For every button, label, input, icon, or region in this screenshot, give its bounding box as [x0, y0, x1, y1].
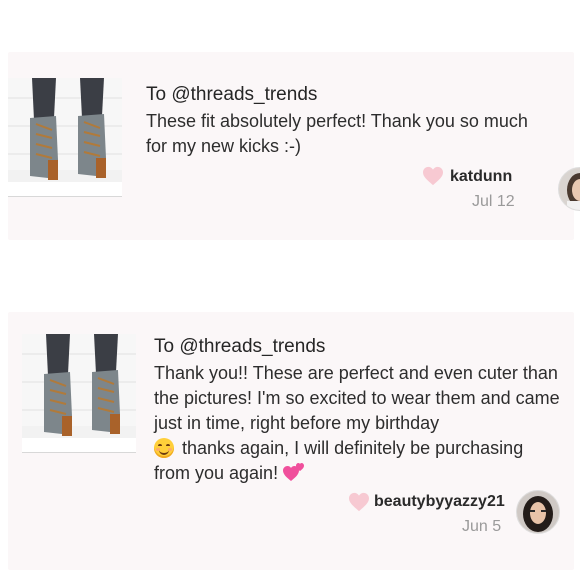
- boot-image: [8, 78, 122, 196]
- review-card: To @threads_trends Thank you!! These are…: [8, 312, 574, 570]
- avatar[interactable]: [516, 490, 560, 534]
- reviewer-username[interactable]: beautybyyazzy21: [374, 493, 505, 511]
- boot-image: [22, 334, 136, 452]
- review-date: Jun 5: [462, 518, 502, 535]
- recipient-handle: To @threads_trends: [146, 84, 318, 105]
- review-text: Thank you!! These are perfect and even c…: [154, 363, 560, 433]
- review-message: To @threads_trends These fit absolutely …: [146, 82, 546, 159]
- reviewer-username[interactable]: katdunn: [450, 168, 512, 186]
- review-date: Jul 12: [472, 193, 515, 210]
- review-text: These fit absolutely perfect! Thank you …: [146, 111, 528, 156]
- heart-icon[interactable]: [348, 492, 370, 512]
- avatar-image: [517, 491, 559, 533]
- avatar-image: [559, 168, 580, 210]
- product-thumbnail[interactable]: [22, 334, 136, 453]
- smiling-face-emoji: [154, 438, 174, 458]
- review-message: To @threads_trends Thank you!! These are…: [154, 334, 564, 486]
- avatar[interactable]: [558, 167, 580, 211]
- heart-icon[interactable]: [422, 166, 444, 186]
- review-text-continued: thanks again, I will definitely be purch…: [154, 438, 524, 483]
- product-thumbnail[interactable]: [8, 78, 122, 197]
- recipient-handle: To @threads_trends: [154, 336, 326, 357]
- two-hearts-emoji: [283, 463, 305, 481]
- review-card: To @threads_trends These fit absolutely …: [8, 52, 580, 240]
